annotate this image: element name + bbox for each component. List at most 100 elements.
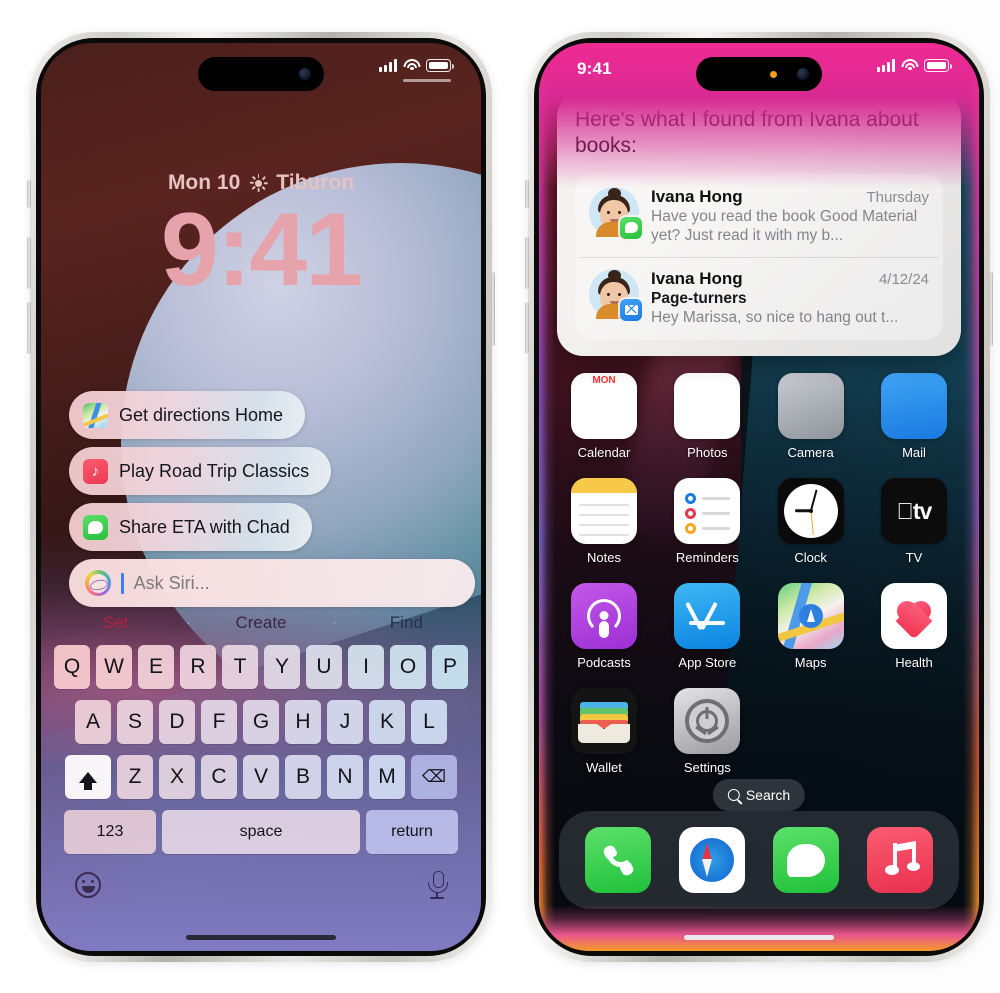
message-preview: Have you read the book Good Material yet… (651, 207, 918, 245)
signal-icon (877, 59, 895, 72)
siri-result-row[interactable]: Ivana Hong Thursday Have you read the bo… (579, 176, 939, 257)
music-icon[interactable] (867, 827, 933, 893)
siri-result-row[interactable]: Ivana Hong 4/12/24 Page-turners Hey Mari… (579, 256, 939, 339)
volume-up-button[interactable] (525, 237, 529, 289)
key-a[interactable]: A (75, 700, 111, 744)
app-calendar[interactable]: MON Calendar (561, 373, 647, 460)
key-g[interactable]: G (243, 700, 279, 744)
shift-icon (79, 771, 97, 790)
prediction-set[interactable]: Set (43, 613, 188, 633)
app-reminders[interactable]: Reminders (664, 478, 750, 565)
shift-key[interactable] (65, 755, 111, 799)
app-label: App Store (678, 655, 737, 670)
predictive-text-bar: Set Create Find (41, 601, 481, 645)
power-button[interactable] (989, 272, 993, 346)
prediction-create[interactable]: Create (188, 613, 333, 633)
key-r[interactable]: R (180, 645, 216, 689)
key-s[interactable]: S (117, 700, 153, 744)
key-c[interactable]: C (201, 755, 237, 799)
mail-icon (620, 298, 642, 321)
numbers-key[interactable]: 123 (64, 810, 156, 854)
key-q[interactable]: Q (54, 645, 90, 689)
app-camera[interactable]: Camera (768, 373, 854, 460)
key-k[interactable]: K (369, 700, 405, 744)
siri-chip-directions[interactable]: Get directions Home (69, 391, 306, 439)
key-b[interactable]: B (285, 755, 321, 799)
key-n[interactable]: N (327, 755, 363, 799)
app-mail[interactable]: Mail (871, 373, 957, 460)
app-notes[interactable]: Notes (561, 478, 647, 565)
backspace-icon: ⌫ (421, 767, 447, 786)
key-p[interactable]: P (432, 645, 468, 689)
key-z[interactable]: Z (117, 755, 153, 799)
key-i[interactable]: I (348, 645, 384, 689)
maps-icon (83, 402, 108, 428)
key-x[interactable]: X (159, 755, 195, 799)
key-f[interactable]: F (201, 700, 237, 744)
key-o[interactable]: O (390, 645, 426, 689)
volume-down-button[interactable] (27, 302, 31, 354)
signal-icon (379, 59, 397, 72)
microphone-icon[interactable] (427, 871, 448, 899)
ask-siri-input[interactable]: Ask Siri... (69, 559, 475, 607)
messages-icon (620, 216, 642, 239)
app-clock[interactable]: Clock (768, 478, 854, 565)
app-maps[interactable]: Maps (768, 583, 854, 670)
app-label: Maps (794, 655, 827, 670)
app-podcasts[interactable]: Podcasts (561, 583, 647, 670)
home-screen[interactable]: MON Calendar Photos Camera Mail Notes Re… (539, 43, 979, 951)
home-search-button[interactable]: Search (712, 779, 806, 811)
app-settings[interactable]: Settings (664, 688, 750, 775)
dynamic-island (198, 57, 324, 91)
lock-screen[interactable]: Mon 10 Tiburon 9:41 Get directions Home … (41, 43, 481, 951)
messages-icon[interactable] (773, 827, 839, 893)
silent-switch[interactable] (525, 180, 529, 208)
app-row: Podcasts App Store Maps Health (561, 583, 957, 670)
prediction-find[interactable]: Find (333, 613, 479, 633)
mail-icon (880, 373, 947, 439)
on-screen-keyboard[interactable]: Set Create Find Q W E R T Y U I O P A S … (41, 601, 481, 951)
key-l[interactable]: L (411, 700, 447, 744)
siri-chip-share-eta[interactable]: Share ETA with Chad (69, 503, 312, 551)
key-u[interactable]: U (306, 645, 342, 689)
siri-chip-music[interactable]: ♪ Play Road Trip Classics (69, 447, 332, 495)
backspace-key[interactable]: ⌫ (411, 755, 457, 799)
space-key[interactable]: space (162, 810, 360, 854)
app-photos[interactable]: Photos (664, 373, 750, 460)
key-d[interactable]: D (159, 700, 195, 744)
silent-switch[interactable] (27, 180, 31, 208)
reminders-icon (674, 478, 741, 544)
volume-down-button[interactable] (525, 302, 529, 354)
app-app-store[interactable]: App Store (664, 583, 750, 670)
volume-up-button[interactable] (27, 237, 31, 289)
key-m[interactable]: M (369, 755, 405, 799)
key-t[interactable]: T (222, 645, 258, 689)
app-label: Wallet (586, 760, 622, 775)
notes-icon (571, 478, 637, 544)
key-h[interactable]: H (285, 700, 321, 744)
key-e[interactable]: E (138, 645, 174, 689)
home-indicator[interactable] (684, 935, 834, 940)
app-label: Notes (587, 550, 621, 565)
key-v[interactable]: V (243, 755, 279, 799)
messages-icon (83, 514, 108, 540)
siri-result-body: Ivana Hong 4/12/24 Page-turners Hey Mari… (651, 269, 929, 328)
siri-results-card[interactable]: Here's what I found from Ivana about boo… (557, 91, 961, 357)
app-label: Mail (902, 445, 926, 460)
dock (559, 811, 959, 909)
key-y[interactable]: Y (264, 645, 300, 689)
safari-icon[interactable] (679, 827, 745, 893)
return-key[interactable]: return (366, 810, 458, 854)
phone-icon[interactable] (585, 827, 651, 893)
app-health[interactable]: Health (871, 583, 957, 670)
app-tv[interactable]: tv TV (871, 478, 957, 565)
siri-chip-label: Get directions Home (119, 404, 284, 425)
siri-chip-label: Share ETA with Chad (119, 516, 290, 537)
battery-icon (426, 59, 454, 72)
key-w[interactable]: W (96, 645, 132, 689)
emoji-icon[interactable] (75, 871, 101, 898)
key-j[interactable]: J (327, 700, 363, 744)
power-button[interactable] (491, 272, 495, 346)
siri-result-list: Ivana Hong Thursday Have you read the bo… (575, 173, 943, 341)
app-wallet[interactable]: Wallet (561, 688, 647, 775)
